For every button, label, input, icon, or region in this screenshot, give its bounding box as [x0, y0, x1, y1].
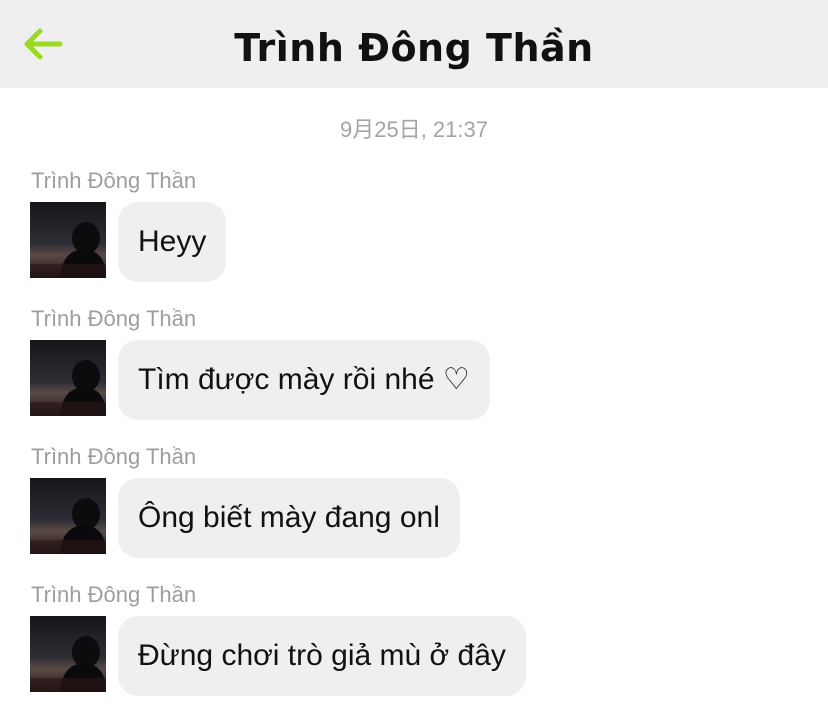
chat-title: Trình Đông Thần: [234, 26, 594, 70]
message-bubble[interactable]: Ông biết mày đang onl: [118, 478, 460, 558]
avatar-photo: [30, 340, 106, 416]
avatar-photo: [30, 616, 106, 692]
message-bubble[interactable]: Đừng chơi trò giả mù ở đây: [118, 616, 526, 696]
chat-header: Trình Đông Thần: [0, 0, 828, 88]
message-row: Trình Đông Thần Ông biết mày đang onl: [0, 444, 828, 574]
sender-name: Trình Đông Thần: [31, 306, 197, 331]
avatar[interactable]: [30, 478, 106, 554]
message-bubble[interactable]: Tìm được mày rồi nhé ♡: [118, 340, 490, 420]
sender-name: Trình Đông Thần: [31, 582, 197, 607]
message-row: Trình Đông Thần Đừng chơi trò giả mù ở đ…: [0, 582, 828, 712]
avatar[interactable]: [30, 340, 106, 416]
avatar-photo: [30, 202, 106, 278]
avatar-photo: [30, 478, 106, 554]
message-bubble[interactable]: Heyy: [118, 202, 227, 282]
message-timestamp: 9月25日, 21:37: [340, 117, 488, 142]
avatar[interactable]: [30, 202, 106, 278]
message-row: Trình Đông Thần Tìm được mày rồi nhé ♡: [0, 306, 828, 436]
sender-name: Trình Đông Thần: [31, 444, 197, 469]
avatar[interactable]: [30, 616, 106, 692]
message-row: Trình Đông Thần Heyy: [0, 168, 828, 298]
sender-name: Trình Đông Thần: [31, 168, 197, 193]
